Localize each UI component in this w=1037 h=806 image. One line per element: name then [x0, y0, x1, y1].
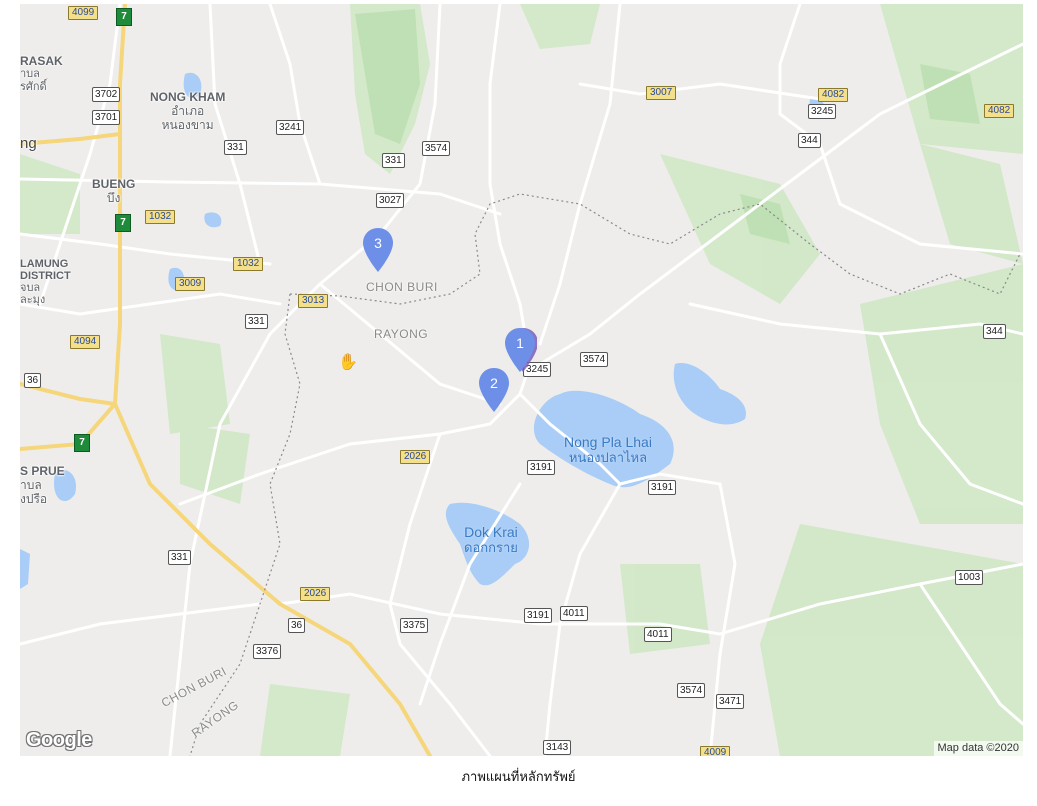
- map-view[interactable]: RASAK าบล รศักดิ์ NONG KHAM อำเภอ หนองขา…: [20, 4, 1023, 756]
- route-shield-secondary: 1032: [233, 257, 264, 271]
- route-shield: 4011: [560, 606, 588, 621]
- lake-label-dok-krai: Dok Krai ดอกกราย: [464, 524, 518, 556]
- lake-dok-krai-th: ดอกกราย: [464, 540, 518, 555]
- route-shield: 331: [245, 314, 268, 329]
- place-lamung-name: LAMUNG: [20, 258, 69, 270]
- place-s-prue-name: S PRUE: [20, 464, 65, 478]
- place-s-prue-th2: งปรือ: [20, 492, 48, 506]
- route-shield-secondary: 4009: [700, 746, 731, 756]
- route-shield: 3702: [92, 87, 121, 102]
- google-logo: Google: [26, 729, 92, 751]
- place-lamung-th1: จบล: [20, 282, 41, 294]
- place-bueng: BUENG บึง: [92, 177, 135, 205]
- route-shield-secondary: 1032: [145, 210, 176, 224]
- route-shield: 3701: [92, 110, 121, 125]
- marker-label: 3: [374, 235, 382, 251]
- place-nong-kham-name: NONG KHAM: [150, 90, 226, 104]
- lake-nong-pla-lhai-name: Nong Pla Lhai: [564, 434, 652, 450]
- marker-label: 2: [490, 375, 498, 391]
- place-rasak-name: RASAK: [20, 54, 63, 68]
- highway-shield: 7: [115, 214, 131, 232]
- route-shield: 1003: [955, 570, 984, 585]
- route-shield: 3241: [276, 120, 305, 135]
- place-s-prue: S PRUE าบล งปรือ: [20, 464, 65, 506]
- marker-label: 1: [516, 335, 524, 351]
- place-bueng-name: BUENG: [92, 177, 136, 191]
- route-shield: 4011: [644, 627, 672, 642]
- route-shield: 3191: [648, 480, 677, 495]
- map-attribution[interactable]: Map data ©2020: [933, 741, 1023, 756]
- place-nong-kham: NONG KHAM อำเภอ หนองขาม: [150, 90, 225, 132]
- place-nong-kham-th1: อำเภอ: [171, 104, 205, 118]
- route-shield: 3471: [716, 694, 745, 709]
- route-shield: 36: [288, 618, 306, 633]
- province-label-chon-buri: CHON BURI: [366, 280, 438, 294]
- route-shield-secondary: 3009: [175, 277, 206, 291]
- route-shield-secondary: 4082: [984, 104, 1015, 118]
- province-label-rayong: RAYONG: [374, 327, 429, 341]
- route-shield: 3376: [253, 644, 282, 659]
- place-s-prue-th1: าบล: [20, 478, 42, 492]
- route-shield: 3191: [527, 460, 556, 475]
- place-nong-kham-th2: หนองขาม: [161, 118, 214, 132]
- route-shield: 344: [798, 133, 821, 148]
- route-shield: 3245: [808, 104, 837, 119]
- lake-nong-pla-lhai-th: หนองปลาไหล: [568, 450, 648, 465]
- route-shield: 344: [983, 324, 1006, 339]
- route-shield-secondary: 3013: [298, 294, 329, 308]
- route-shield-secondary: 4094: [70, 335, 101, 349]
- route-shield: 36: [24, 373, 42, 388]
- route-shield-secondary: 4099: [68, 6, 99, 20]
- place-lamung-th2: ละมุง: [20, 294, 46, 306]
- route-shield: 3574: [422, 141, 451, 156]
- place-lamung: LAMUNG DISTRICT จบล ละมุง: [20, 258, 71, 306]
- highway-shield: 7: [74, 434, 90, 452]
- route-shield: 3143: [543, 740, 572, 755]
- place-ng: ng: [20, 135, 37, 152]
- route-shield: 3574: [580, 352, 609, 367]
- place-bueng-th: บึง: [106, 191, 121, 205]
- route-shield: 3191: [524, 608, 553, 623]
- route-shield: 331: [168, 550, 191, 565]
- map-marker-3[interactable]: 3: [361, 226, 395, 276]
- highway-shield: 7: [116, 8, 132, 26]
- map-marker-2[interactable]: 2: [477, 366, 511, 416]
- place-lamung-district: DISTRICT: [20, 270, 71, 282]
- route-shield-secondary: 2026: [300, 587, 331, 601]
- map-caption: ภาพแผนที่หลักทรัพย์: [461, 769, 576, 784]
- route-shield-secondary: 4082: [818, 88, 849, 102]
- route-shield-secondary: 2026: [400, 450, 431, 464]
- grab-hand-icon: ✋: [338, 354, 358, 371]
- route-shield: 3574: [677, 683, 706, 698]
- route-shield: 331: [224, 140, 247, 155]
- route-shield-secondary: 3007: [646, 86, 677, 100]
- lake-dok-krai-name: Dok Krai: [464, 524, 518, 540]
- place-rasak: RASAK าบล รศักดิ์: [20, 54, 63, 93]
- route-shield: 3027: [376, 193, 405, 208]
- route-shield: 331: [382, 153, 405, 168]
- route-shield: 3375: [400, 618, 429, 633]
- lake-label-nong-pla-lhai: Nong Pla Lhai หนองปลาไหล: [564, 434, 652, 466]
